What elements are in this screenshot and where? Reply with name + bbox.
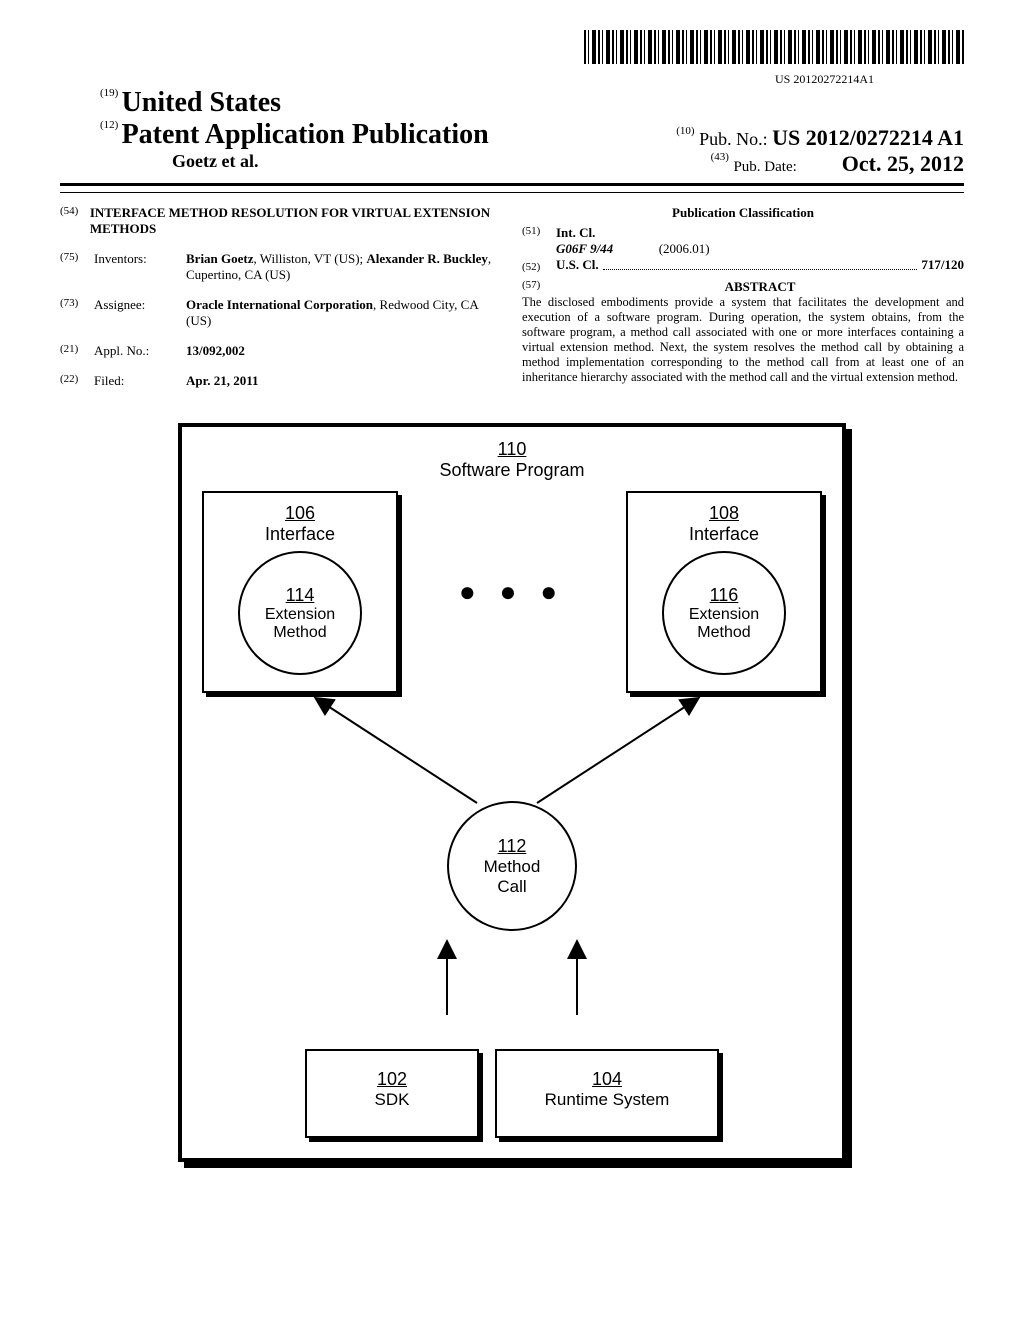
- uscl-label: U.S. Cl.: [556, 257, 599, 273]
- intcl-date: (2006.01): [659, 241, 710, 256]
- ref-110: 110: [202, 439, 822, 460]
- ref-116: 116: [710, 585, 739, 606]
- ref-106: 106: [210, 503, 390, 524]
- ref-108: 108: [634, 503, 814, 524]
- abstract-heading: ABSTRACT: [556, 279, 964, 295]
- dot-leader: [603, 259, 918, 270]
- pubdate-value: Oct. 25, 2012: [842, 151, 964, 176]
- pubno-label: Pub. No.:: [699, 129, 768, 149]
- barcode-number: US 20120272214A1: [60, 72, 964, 87]
- label-102: SDK: [317, 1090, 467, 1110]
- interface-box-108: 108 Interface 116 Extension Method: [626, 491, 822, 693]
- label-104: Runtime System: [507, 1090, 707, 1110]
- sdk-box-102: 102 SDK: [305, 1049, 479, 1138]
- assignee-value: Oracle International Corporation, Redwoo…: [186, 297, 502, 329]
- assignee-name: Oracle International Corporation: [186, 297, 373, 312]
- code-51: (51): [522, 225, 556, 257]
- code-43: (43): [711, 151, 729, 163]
- inventor-2-name: Alexander R. Buckley: [366, 251, 487, 266]
- label-116b: Method: [697, 624, 750, 642]
- pubno-value: US 2012/0272214 A1: [772, 125, 964, 150]
- label-116a: Extension: [689, 606, 759, 624]
- filed-label: Filed:: [94, 373, 186, 389]
- code-19: (19): [100, 87, 118, 99]
- ref-102: 102: [317, 1069, 467, 1090]
- ref-112: 112: [498, 836, 527, 857]
- figure-software-program-box: 110 Software Program 106 Interface 114 E…: [178, 423, 846, 1162]
- interface-box-106: 106 Interface 114 Extension Method: [202, 491, 398, 693]
- publication-type: Patent Application Publication: [122, 119, 489, 150]
- applno-value: 13/092,002: [186, 343, 245, 358]
- code-57: (57): [522, 279, 556, 295]
- label-114b: Method: [273, 624, 326, 642]
- pub-classification-heading: Publication Classification: [522, 205, 964, 221]
- divider-thin: [60, 192, 964, 193]
- code-52: (52): [522, 261, 556, 273]
- code-54: (54): [60, 205, 90, 237]
- divider-thick: [60, 183, 964, 186]
- label-106: Interface: [210, 524, 390, 545]
- code-73: (73): [60, 297, 94, 329]
- intcl-label: Int. Cl.: [556, 225, 595, 240]
- invention-title: INTERFACE METHOD RESOLUTION FOR VIRTUAL …: [90, 205, 502, 237]
- extension-method-circle-116: 116 Extension Method: [662, 551, 786, 675]
- inventor-1-name: Brian Goetz: [186, 251, 254, 266]
- code-22: (22): [60, 373, 94, 389]
- authors: Goetz et al.: [100, 151, 258, 177]
- inventor-1-loc: , Williston, VT (US);: [254, 251, 367, 266]
- ref-114: 114: [286, 585, 315, 606]
- ref-104: 104: [507, 1069, 707, 1090]
- intcl-code: G06F 9/44: [556, 241, 613, 256]
- inventors-value: Brian Goetz, Williston, VT (US); Alexand…: [186, 251, 502, 283]
- uscl-value: 717/120: [921, 257, 964, 273]
- barcode-graphic: [584, 30, 964, 64]
- code-75: (75): [60, 251, 94, 283]
- barcode-region: [60, 30, 964, 68]
- country-name: United States: [122, 87, 281, 118]
- runtime-system-box-104: 104 Runtime System: [495, 1049, 719, 1138]
- ellipsis-dots: ● ● ●: [459, 576, 565, 608]
- inventors-label: Inventors:: [94, 251, 186, 283]
- pubdate-label: Pub. Date:: [733, 159, 796, 175]
- label-114a: Extension: [265, 606, 335, 624]
- filed-value: Apr. 21, 2011: [186, 373, 258, 388]
- assignee-label: Assignee:: [94, 297, 186, 329]
- label-112a: Method: [484, 857, 541, 877]
- code-10: (10): [676, 125, 694, 137]
- code-21: (21): [60, 343, 94, 359]
- label-108: Interface: [634, 524, 814, 545]
- abstract-body: The disclosed embodiments provide a syst…: [522, 295, 964, 385]
- applno-label: Appl. No.:: [94, 343, 186, 359]
- extension-method-circle-114: 114 Extension Method: [238, 551, 362, 675]
- label-112b: Call: [497, 877, 526, 897]
- label-110: Software Program: [202, 460, 822, 481]
- code-12: (12): [100, 119, 118, 131]
- method-call-circle-112: 112 Method Call: [447, 801, 577, 931]
